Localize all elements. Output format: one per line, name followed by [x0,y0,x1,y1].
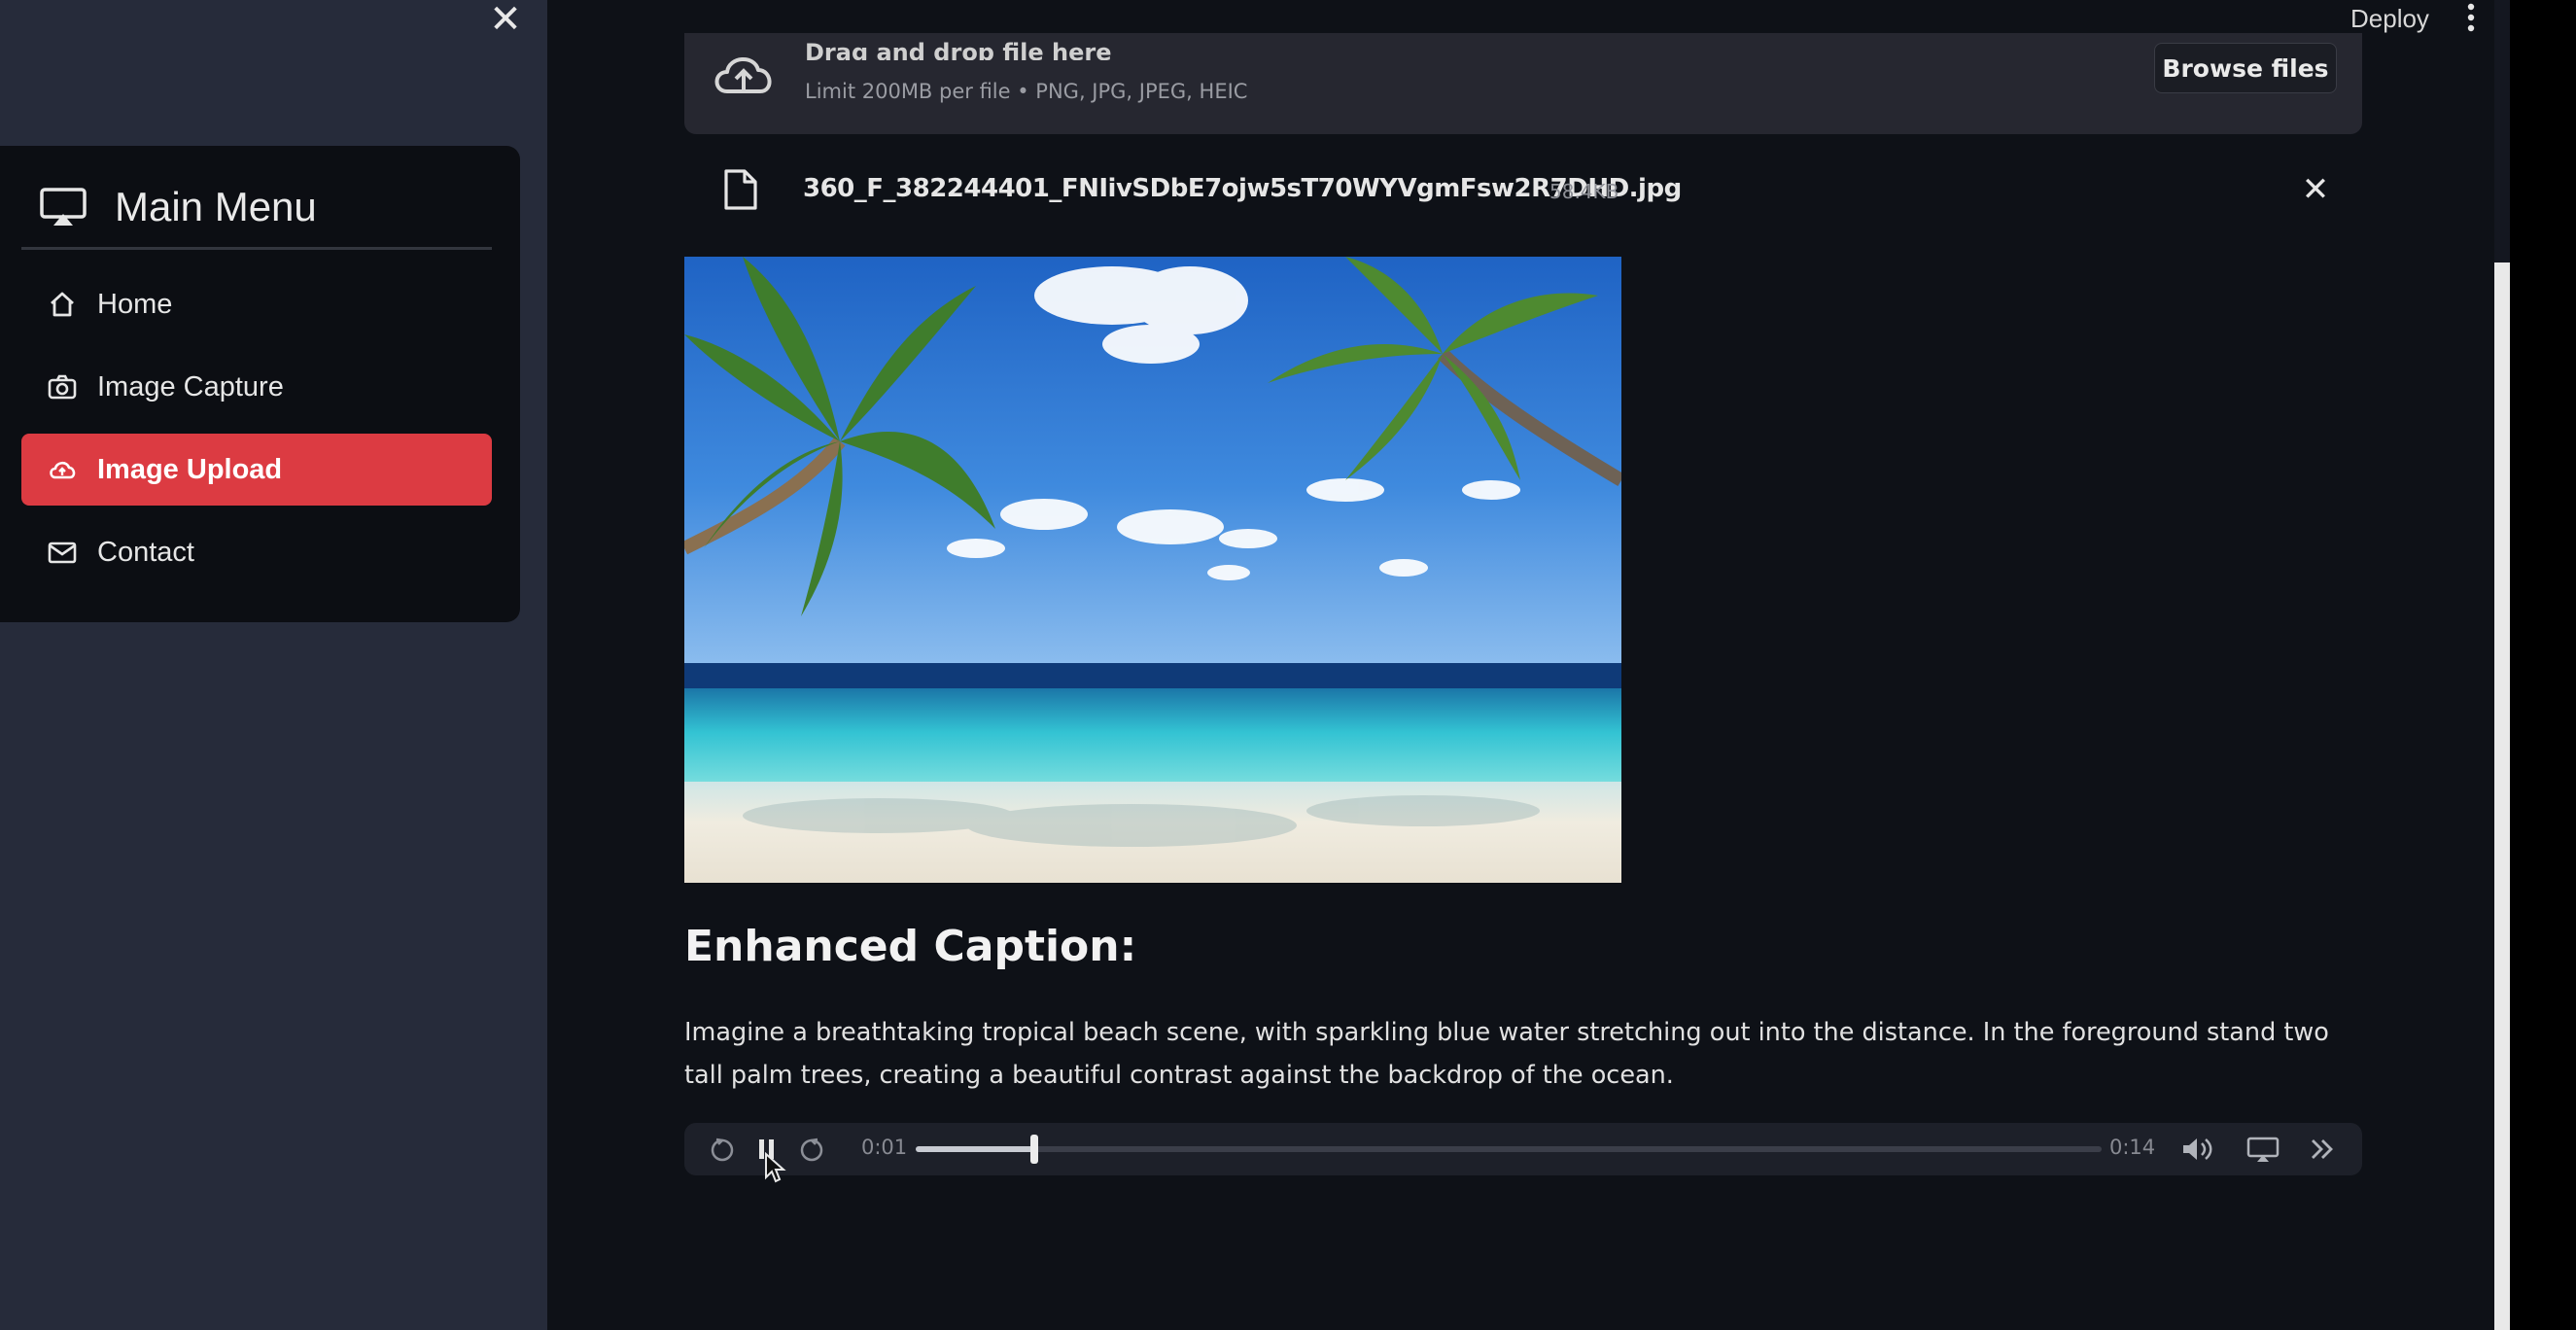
menu-divider [21,247,492,250]
sidebar-item-label: Home [97,288,173,320]
volume-icon[interactable] [2179,1135,2218,1164]
remove-file-icon[interactable]: ✕ [2296,170,2335,209]
close-icon[interactable]: ✕ [486,0,525,39]
cast-icon[interactable] [2245,1135,2280,1164]
caption-text: Imagine a breathtaking tropical beach sc… [684,1018,2329,1090]
rewind-icon[interactable] [708,1135,737,1164]
cloud-upload-icon [50,461,76,479]
deploy-button[interactable]: Deploy [2350,4,2429,34]
mouse-cursor-icon [765,1152,786,1183]
sidebar-item-contact[interactable]: Contact [21,516,492,588]
audio-player: 0:01 0:14 [684,1123,2362,1175]
duration: 0:14 [2109,1136,2156,1159]
scrollbar-track [2494,0,2510,262]
file-size: 58.4KB [1549,180,1619,203]
file-uploader-dropzone[interactable]: Drag and drop file here Limit 200MB per … [684,33,2362,134]
more-options-icon[interactable] [2459,2,2483,35]
browse-files-button[interactable]: Browse files [2154,43,2337,93]
sidebar-item-label: Contact [97,536,194,568]
envelope-icon [48,542,77,564]
sidebar-item-image-capture[interactable]: Image Capture [21,351,492,423]
audio-progress-track[interactable] [916,1135,2102,1164]
sidebar-item-label: Image Capture [97,370,284,402]
forward-icon[interactable] [797,1135,826,1164]
page-scrollbar[interactable] [2494,262,2510,1330]
sidebar: ✕ Main Menu Home Image Capture Image Upl… [0,0,547,1330]
drag-drop-text: Drag and drop file here [805,39,1112,60]
audio-progress-handle[interactable] [1030,1135,1038,1164]
sidebar-item-image-upload[interactable]: Image Upload [21,434,492,506]
home-icon [51,292,74,317]
upload-limit-text: Limit 200MB per file • PNG, JPG, JPEG, H… [805,80,1248,103]
uploaded-image-preview [684,257,1621,883]
menu-title: Main Menu [115,184,317,229]
cloud-upload-icon [714,57,772,93]
main-menu: Main Menu Home Image Capture Image Uploa… [0,146,520,622]
caption-heading: Enhanced Caption: [684,922,1137,971]
current-time: 0:01 [861,1136,908,1159]
file-icon [724,169,757,210]
sidebar-item-label: Image Upload [97,453,283,485]
cast-icon [40,188,87,226]
window-edge [2510,0,2576,1330]
more-controls-icon[interactable] [2308,1135,2337,1164]
sidebar-item-home[interactable]: Home [21,268,492,340]
audio-progress-fill [916,1146,1034,1152]
camera-icon [48,374,77,400]
uploaded-file-row: 360_F_382244401_FNIivSDbE7ojw5sT70WYVgmF… [684,160,2362,225]
menu-header: Main Menu [39,173,317,241]
